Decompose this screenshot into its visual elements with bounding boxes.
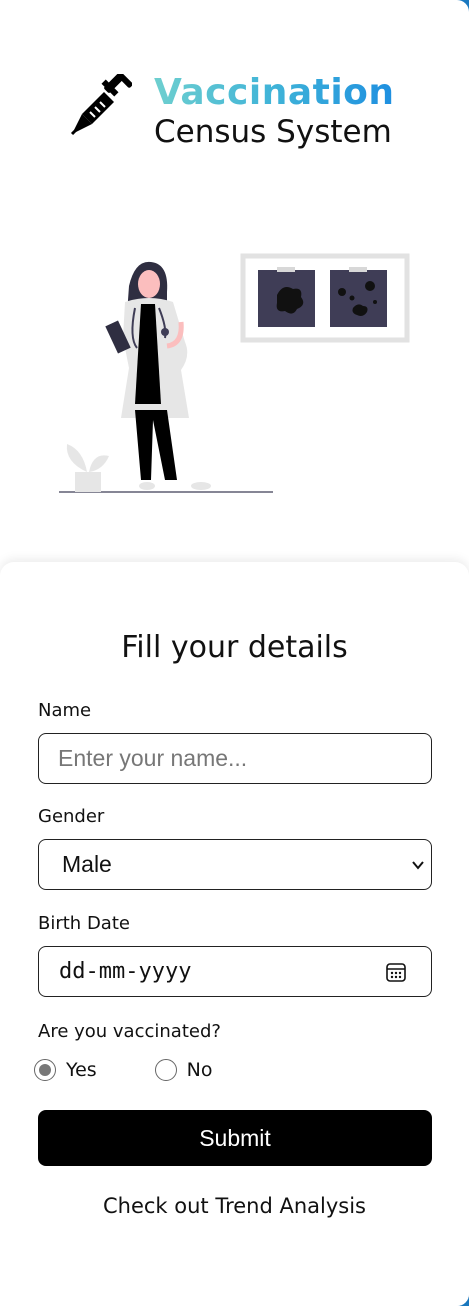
calendar-icon[interactable] [385, 961, 407, 983]
radio-yes-label: Yes [66, 1059, 97, 1081]
vaccinated-label: Are you vaccinated? [38, 1021, 221, 1042]
name-input[interactable] [39, 734, 431, 783]
syringe-icon [70, 74, 132, 136]
app-window: Vaccination Census System Fill your deta… [0, 0, 469, 1306]
gender-select[interactable]: Male [38, 839, 432, 890]
gender-label: Gender [38, 806, 105, 827]
details-form-card: Fill your details Name Gender Male Birth… [0, 562, 469, 1306]
name-label: Name [38, 700, 92, 721]
birth-date-placeholder: dd-mm-yyyy [59, 959, 192, 984]
radio-no-label: No [186, 1059, 213, 1081]
doctor-illustration [59, 253, 410, 493]
radio-no[interactable] [154, 1059, 177, 1081]
app-subtitle: Census System [154, 114, 392, 150]
radio-yes[interactable] [34, 1059, 56, 1081]
form-title: Fill your details [121, 630, 348, 665]
chevron-down-icon [412, 860, 424, 870]
vaccinated-radio-group: Yes No [34, 1056, 213, 1084]
brand-header: Vaccination Census System [70, 72, 410, 152]
submit-button[interactable]: Submit [38, 1110, 432, 1166]
app-title: Vaccination [154, 72, 395, 113]
trend-analysis-link[interactable]: Check out Trend Analysis [0, 1194, 469, 1218]
name-field [38, 733, 432, 784]
gender-selected-value: Male [62, 851, 112, 877]
birth-date-field[interactable]: dd-mm-yyyy [38, 946, 432, 997]
radio-selected-dot [39, 1064, 51, 1076]
birth-date-label: Birth Date [38, 913, 130, 934]
